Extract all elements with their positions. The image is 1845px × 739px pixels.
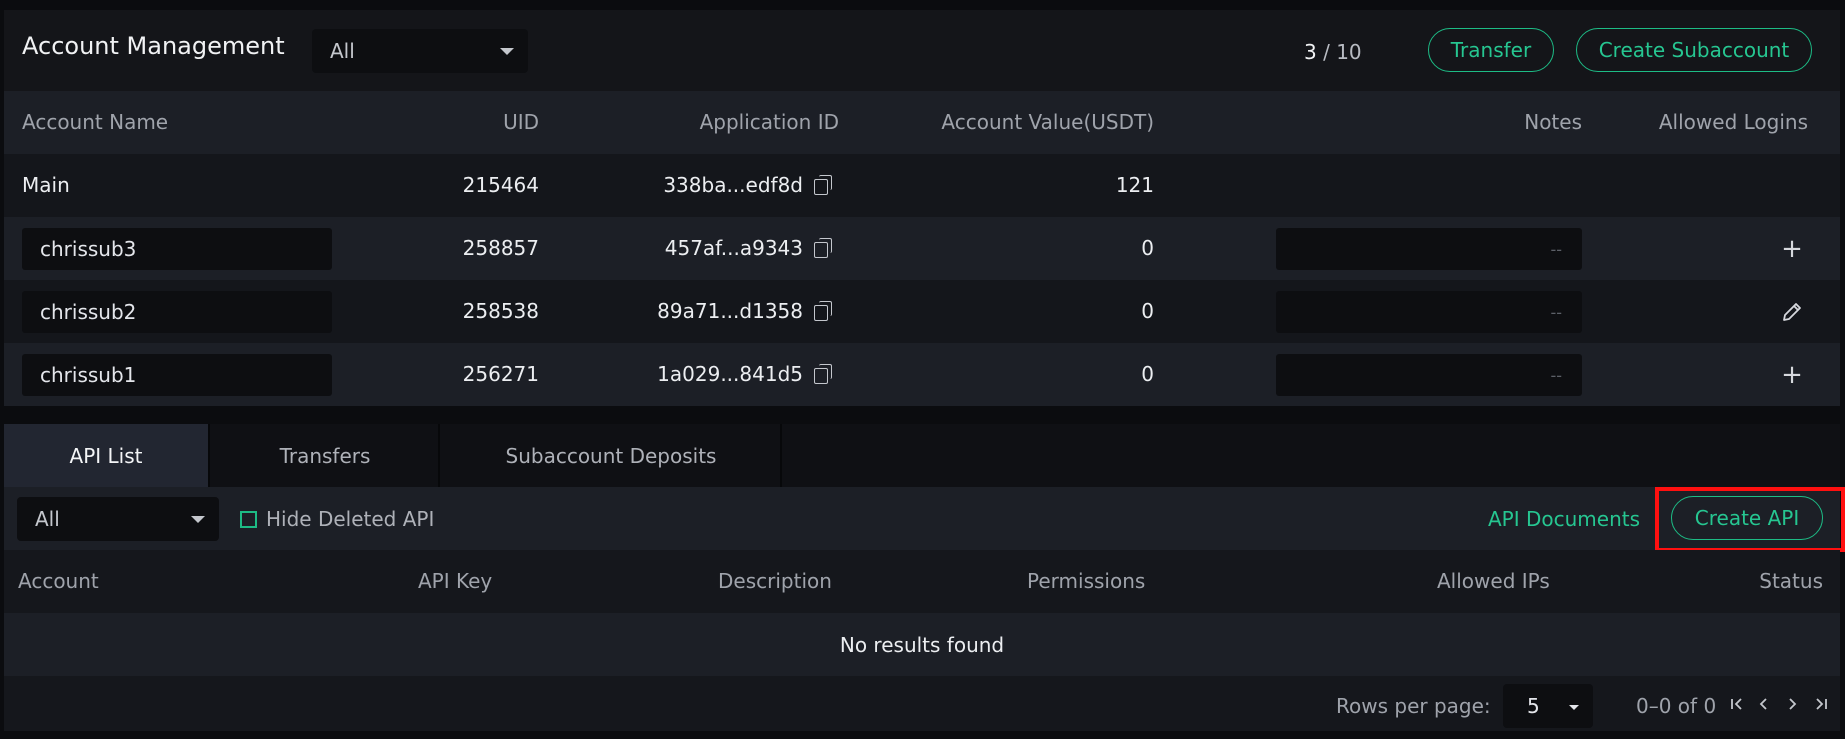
pagination-range: 0–0 of 0 — [1636, 694, 1717, 718]
api-account-filter-value: All — [35, 507, 60, 531]
prev-page-glyph — [1759, 698, 1767, 710]
tab-api-list[interactable]: API List — [4, 424, 210, 487]
chevron-down-icon — [500, 48, 514, 55]
column-header-status: Status — [1759, 569, 1823, 593]
hide-deleted-checkbox[interactable] — [240, 511, 257, 528]
subaccount-count-separator: / — [1323, 40, 1330, 64]
copy-icon[interactable] — [814, 364, 832, 384]
copy-icon[interactable] — [814, 301, 832, 321]
account-value: 121 — [1115, 173, 1154, 197]
create-api-button[interactable]: Create API — [1671, 496, 1823, 540]
last-page-icon[interactable] — [1810, 690, 1832, 718]
api-account-filter-select[interactable]: All — [17, 497, 219, 541]
plus-icon[interactable]: + — [1776, 233, 1808, 265]
copy-icon[interactable] — [814, 238, 832, 258]
caret-down-icon — [1569, 705, 1579, 710]
notes-input[interactable]: -- — [1276, 291, 1582, 333]
account-uid: 215464 — [462, 173, 539, 197]
account-filter-value: All — [330, 39, 355, 63]
api-table-header: Account API Key Description Permissions … — [4, 550, 1840, 613]
application-id: 338ba...edf8d — [663, 173, 803, 197]
rows-per-page-value: 5 — [1527, 694, 1540, 718]
column-header-api-key: API Key — [418, 569, 493, 593]
first-page-icon[interactable] — [1726, 690, 1748, 718]
account-row-chrissub1: chrissub1 256271 1a029...841d5 0 -- + — [4, 343, 1840, 406]
next-page-icon[interactable] — [1781, 690, 1803, 718]
api-panel: API List Transfers Subaccount Deposits A… — [4, 424, 1845, 731]
account-management-panel: Account Management All 3 / 10 Transfer C… — [4, 10, 1840, 406]
column-header-account-name: Account Name — [22, 110, 169, 134]
api-toolbar: All Hide Deleted API API Documents Creat… — [4, 487, 1845, 552]
account-filter-select[interactable]: All — [312, 29, 528, 73]
account-row-main: Main 215464 338ba...edf8d 121 — [4, 154, 1840, 217]
account-value: 0 — [1141, 236, 1154, 260]
tab-transfers[interactable]: Transfers — [212, 424, 440, 487]
column-header-description: Description — [718, 569, 832, 593]
accounts-table-header: Account Name UID Application ID Account … — [4, 91, 1840, 154]
account-name: Main — [22, 173, 70, 197]
chevron-down-icon — [191, 516, 205, 523]
account-name-input[interactable]: chrissub3 — [22, 228, 332, 270]
account-value: 0 — [1141, 362, 1154, 386]
column-header-account-value: Account Value(USDT) — [941, 110, 1154, 134]
account-name-input[interactable]: chrissub2 — [22, 291, 332, 333]
tab-subaccount-deposits[interactable]: Subaccount Deposits — [442, 424, 782, 487]
notes-input[interactable]: -- — [1276, 354, 1582, 396]
last-page-glyph — [1816, 698, 1827, 710]
copy-icon[interactable] — [814, 175, 832, 195]
account-uid: 258538 — [462, 299, 539, 323]
rows-per-page-label: Rows per page: — [1336, 694, 1491, 718]
account-value: 0 — [1141, 299, 1154, 323]
next-page-glyph — [1789, 698, 1797, 710]
column-header-uid: UID — [503, 110, 539, 134]
rows-per-page-select[interactable]: 5 — [1503, 684, 1593, 728]
transfer-button[interactable]: Transfer — [1428, 28, 1554, 72]
column-header-notes: Notes — [1524, 110, 1582, 134]
application-id: 457af...a9343 — [664, 236, 803, 260]
subaccount-counter: 3 / 10 — [1304, 40, 1362, 64]
prev-page-icon[interactable] — [1753, 690, 1775, 718]
column-header-permissions: Permissions — [1027, 569, 1146, 593]
create-subaccount-button[interactable]: Create Subaccount — [1576, 28, 1812, 72]
account-management-header: Account Management All 3 / 10 Transfer C… — [4, 10, 1840, 91]
application-id: 1a029...841d5 — [657, 362, 803, 386]
column-header-application-id: Application ID — [699, 110, 839, 134]
account-uid: 258857 — [462, 236, 539, 260]
api-tabs: API List Transfers Subaccount Deposits — [4, 424, 1840, 487]
pencil-icon[interactable] — [1776, 296, 1808, 328]
page-title: Account Management — [22, 32, 285, 60]
pencil-icon-glyph — [1783, 303, 1801, 321]
empty-state: No results found — [4, 613, 1840, 676]
account-uid: 256271 — [462, 362, 539, 386]
column-header-account: Account — [18, 569, 99, 593]
plus-icon[interactable]: + — [1776, 359, 1808, 391]
first-page-glyph — [1731, 698, 1742, 710]
pagination: Rows per page: 5 0–0 of 0 — [4, 676, 1840, 731]
account-row-chrissub2: chrissub2 258538 89a71...d1358 0 -- — [4, 280, 1840, 343]
column-header-allowed-logins: Allowed Logins — [1658, 110, 1808, 134]
api-documents-link[interactable]: API Documents — [1488, 507, 1640, 531]
account-row-chrissub3: chrissub3 258857 457af...a9343 0 -- + — [4, 217, 1840, 280]
subaccount-count-max: 10 — [1336, 40, 1362, 64]
account-name-input[interactable]: chrissub1 — [22, 354, 332, 396]
notes-input[interactable]: -- — [1276, 228, 1582, 270]
subaccount-count-current: 3 — [1304, 40, 1317, 64]
application-id: 89a71...d1358 — [657, 299, 803, 323]
column-header-allowed-ips: Allowed IPs — [1437, 569, 1550, 593]
hide-deleted-label[interactable]: Hide Deleted API — [266, 507, 434, 531]
